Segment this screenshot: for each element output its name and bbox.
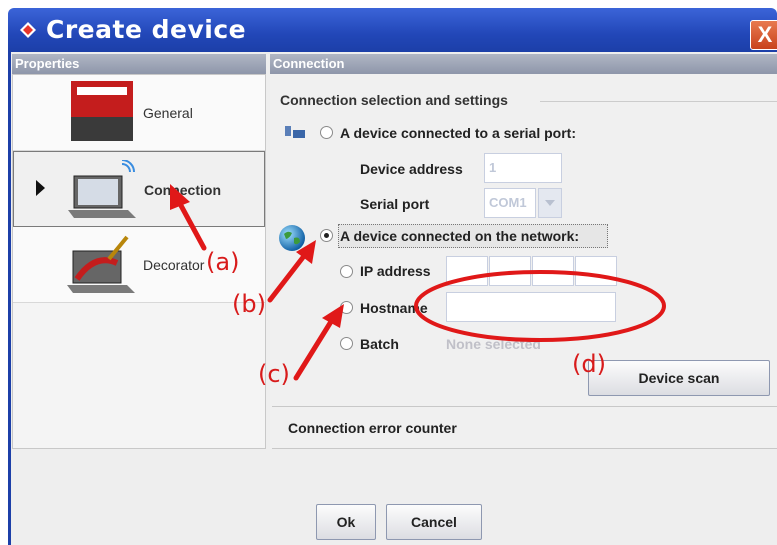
window-title: Create device — [46, 15, 247, 44]
barco-logo-icon — [20, 22, 36, 38]
batch-value: None selected — [446, 336, 541, 352]
serial-port-dropdown-button[interactable] — [538, 188, 562, 218]
globe-icon — [279, 225, 305, 251]
batch-label: Batch — [360, 336, 399, 352]
ip-octet-3[interactable] — [532, 256, 574, 286]
ip-octet-2[interactable] — [489, 256, 531, 286]
divider — [540, 101, 777, 102]
connection-error-counter-label[interactable]: Connection error counter — [288, 420, 457, 436]
annotation-c: (c) — [258, 360, 290, 388]
properties-header: Properties — [12, 54, 266, 74]
divider — [272, 448, 777, 449]
serial-port-label: Serial port — [360, 196, 430, 212]
section-title: Connection selection and settings — [280, 92, 508, 108]
close-button[interactable]: X — [750, 20, 777, 50]
hostname-field[interactable] — [446, 292, 616, 322]
properties-item-label: General — [143, 105, 193, 121]
device-address-field[interactable]: 1 — [484, 153, 562, 183]
annotation-d: (d) — [572, 350, 606, 378]
ip-address-label: IP address — [360, 263, 431, 279]
chevron-down-icon — [545, 200, 555, 206]
connection-header: Connection — [270, 54, 777, 74]
annotation-a: (a) — [206, 248, 240, 276]
ok-button[interactable]: Ok — [316, 504, 376, 540]
properties-item-general[interactable]: General — [13, 75, 265, 151]
serial-port-option-label: A device connected to a serial port: — [340, 125, 576, 141]
properties-item-connection[interactable]: Connection — [13, 151, 265, 227]
network-radio[interactable] — [320, 229, 333, 242]
serial-port-radio[interactable] — [320, 126, 333, 139]
device-address-label: Device address — [360, 161, 463, 177]
device-scan-button[interactable]: Device scan — [588, 360, 770, 396]
ip-octet-4[interactable] — [575, 256, 617, 286]
hostname-label: Hostname — [360, 300, 428, 316]
network-option-label: A device connected on the network: — [340, 228, 580, 244]
selected-arrow-icon — [36, 180, 45, 196]
serial-port-icon — [285, 126, 305, 138]
annotation-b: (b) — [232, 290, 266, 318]
properties-item-label: Decorator — [143, 257, 205, 273]
barco-logo-icon — [71, 81, 133, 141]
create-device-dialog: Create device X Properties General Conne… — [0, 0, 777, 545]
ip-address-radio[interactable] — [340, 265, 353, 278]
laptop-paint-icon — [67, 235, 135, 293]
serial-port-select[interactable]: COM1 — [484, 188, 536, 218]
properties-item-label: Connection — [144, 182, 221, 198]
laptop-wireless-icon — [68, 160, 136, 218]
cancel-button[interactable]: Cancel — [386, 504, 482, 540]
hostname-radio[interactable] — [340, 301, 353, 314]
batch-radio[interactable] — [340, 337, 353, 350]
ip-octet-1[interactable] — [446, 256, 488, 286]
title-bar: Create device X — [8, 8, 777, 52]
divider — [272, 406, 777, 407]
